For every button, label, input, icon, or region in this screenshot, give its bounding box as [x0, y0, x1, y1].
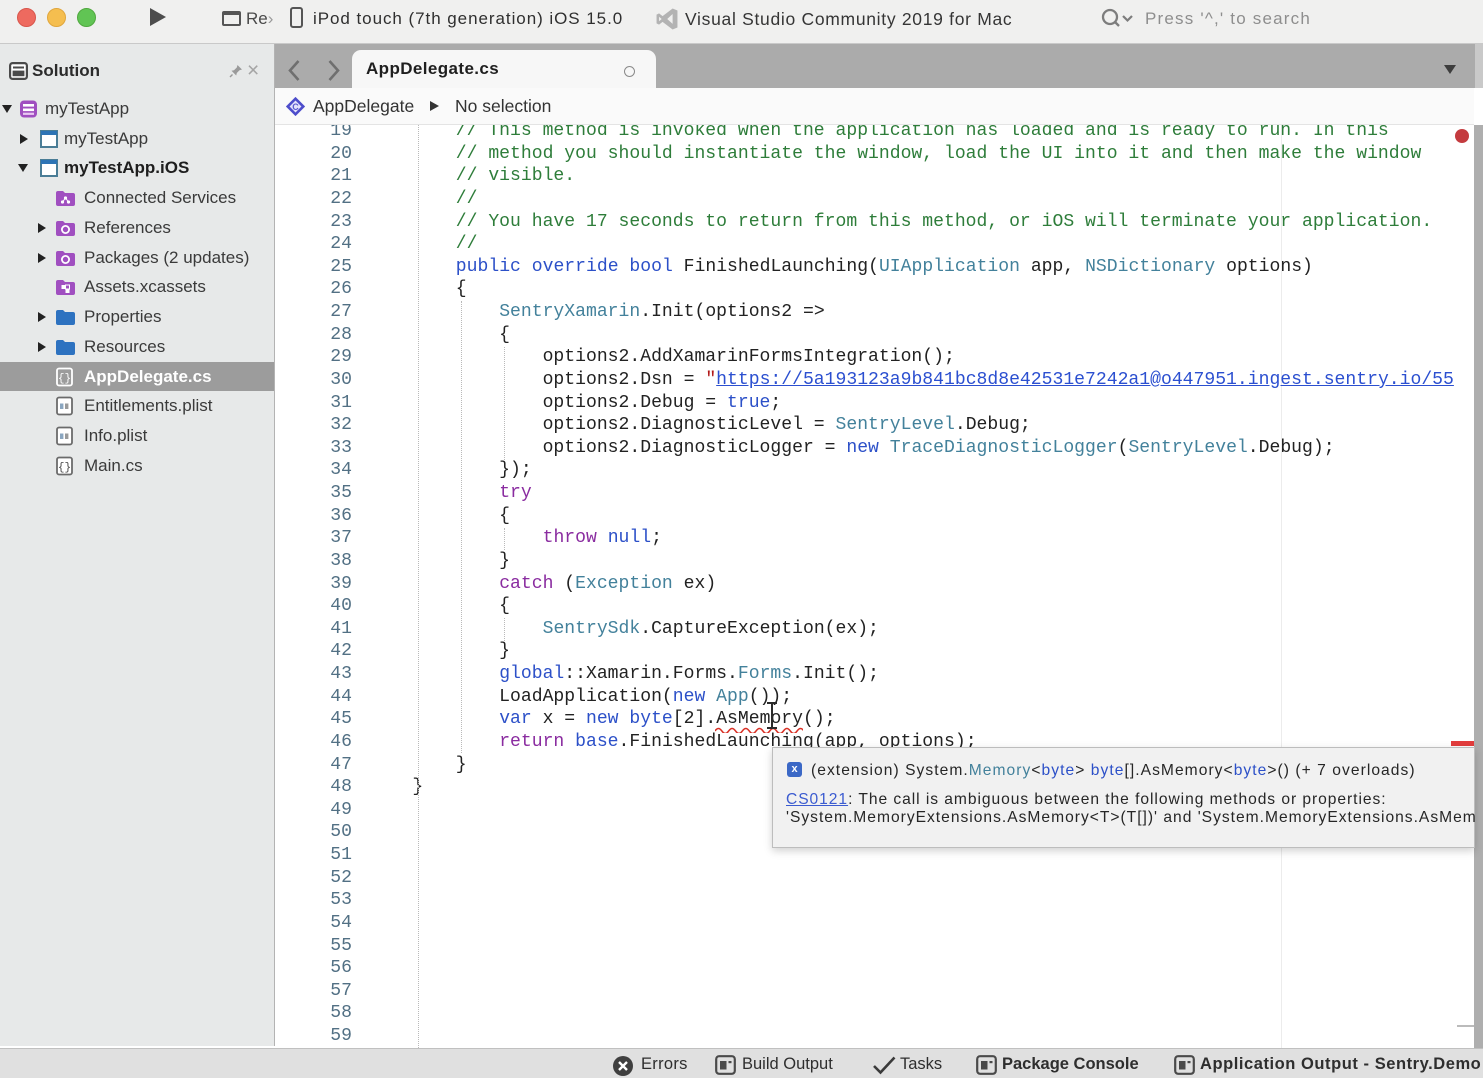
svg-text:C: C: [292, 102, 299, 112]
svg-text:{}: {}: [58, 373, 71, 385]
svg-text:{}: {}: [58, 462, 71, 474]
